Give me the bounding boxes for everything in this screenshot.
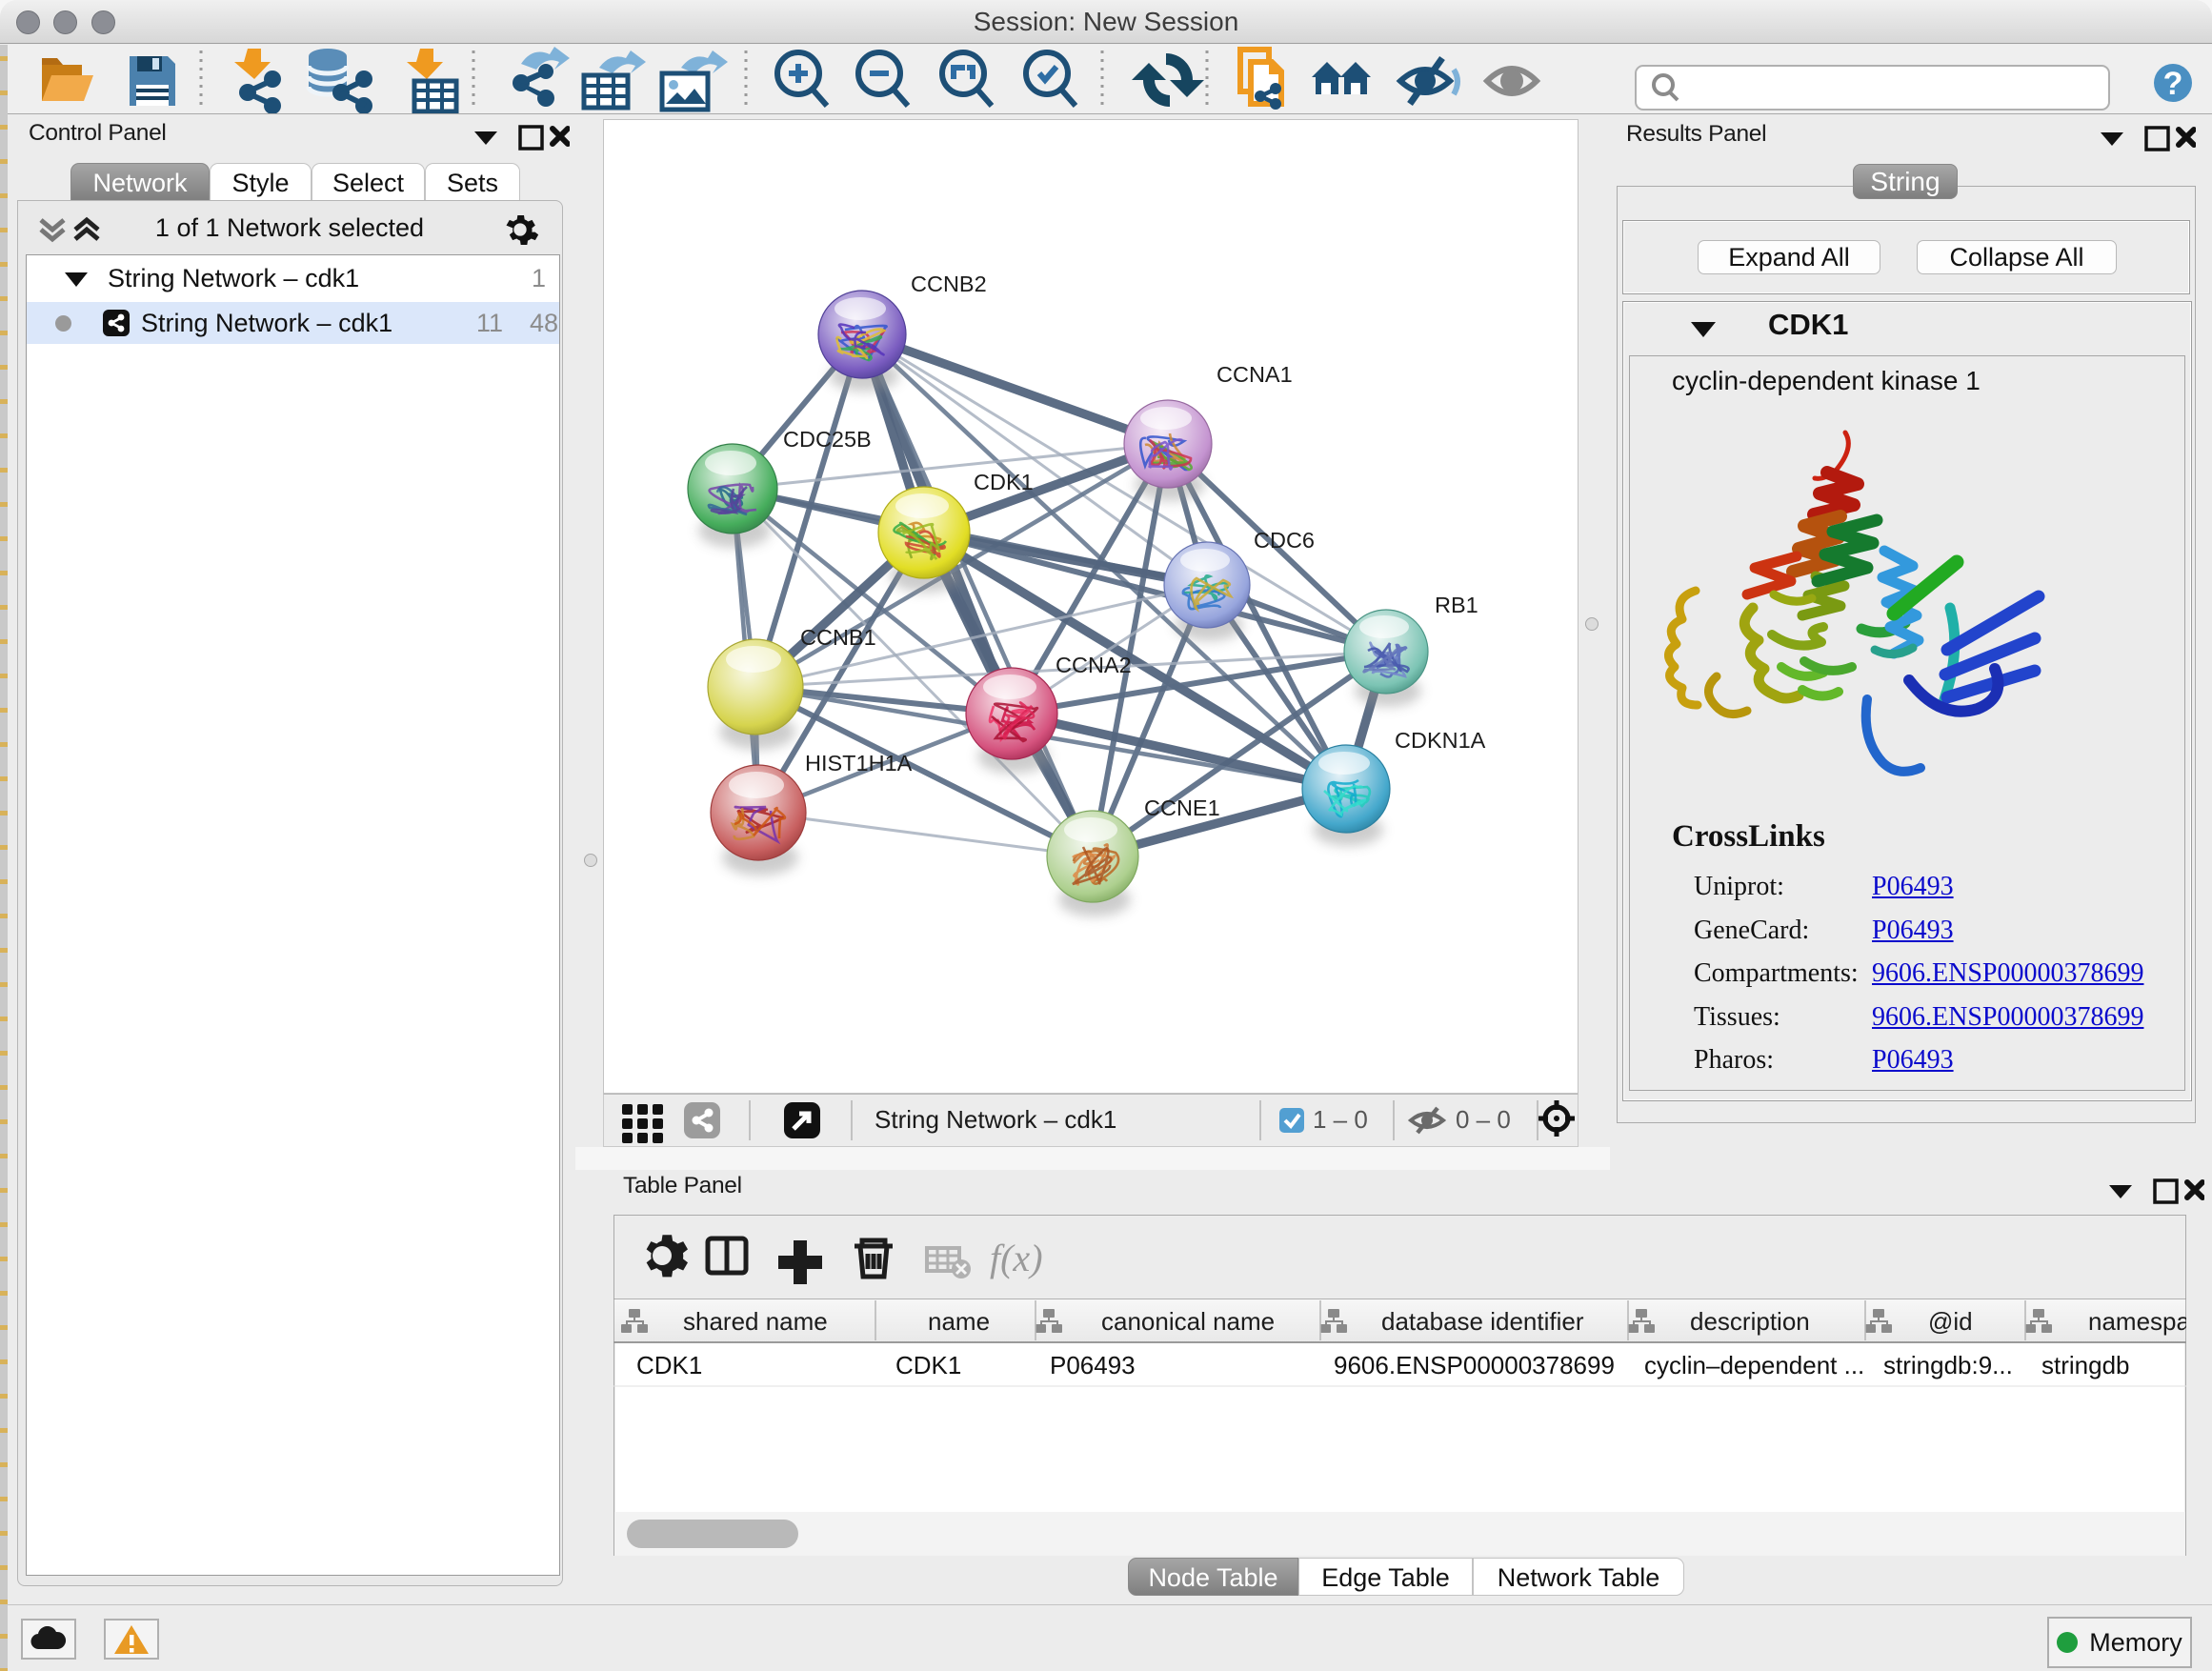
svg-text:?: ? [2163,66,2183,102]
svg-text:HIST1H1A: HIST1H1A [805,751,913,775]
svg-text:CCNE1: CCNE1 [1144,795,1220,820]
svg-text:CCNA2: CCNA2 [1056,653,1132,677]
svg-text:CCNB1: CCNB1 [800,625,876,650]
svg-text:RB1: RB1 [1435,593,1478,617]
svg-text:1 – 0: 1 – 0 [1313,1105,1368,1134]
svg-text:0 – 0: 0 – 0 [1456,1105,1511,1134]
svg-text:CDC6: CDC6 [1254,528,1315,553]
svg-text:f(x): f(x) [990,1237,1043,1279]
svg-text:String Network – cdk1: String Network – cdk1 [875,1105,1116,1134]
svg-text:CCNB2: CCNB2 [911,272,987,296]
svg-text:CDK1: CDK1 [974,470,1034,494]
svg-text:CDC25B: CDC25B [783,427,872,452]
svg-text:CDKN1A: CDKN1A [1395,728,1486,753]
svg-text:CCNA1: CCNA1 [1217,362,1293,387]
